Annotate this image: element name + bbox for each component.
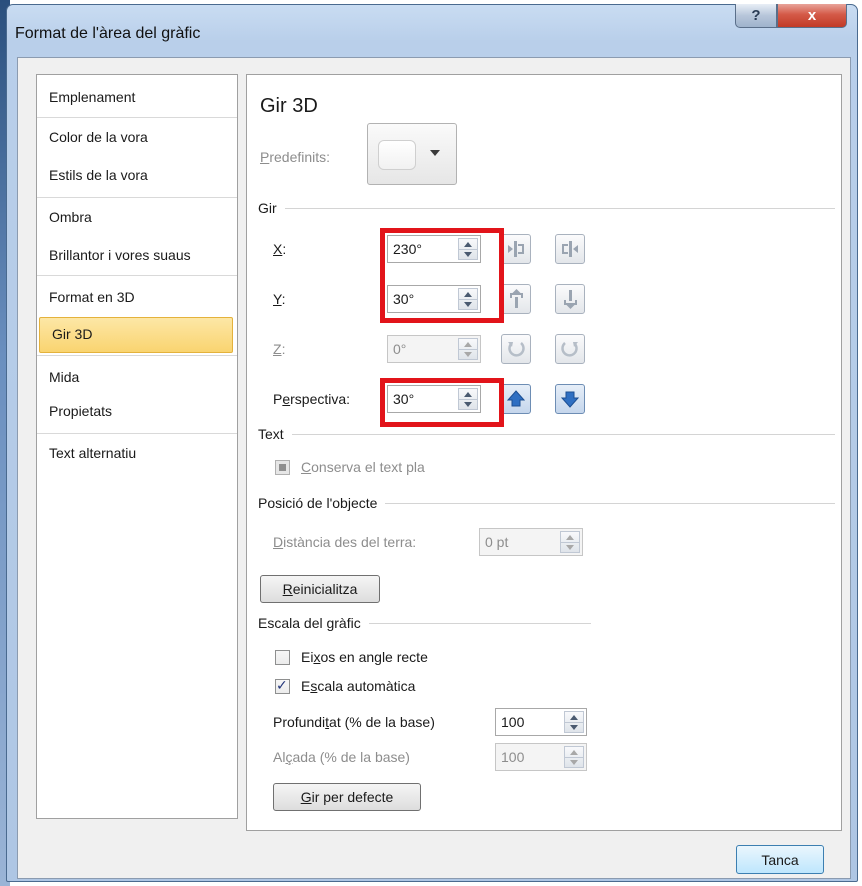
height-spinner bbox=[495, 743, 587, 771]
height-label: Alçada (% de la base) bbox=[273, 749, 410, 765]
distance-from-ground-spinner bbox=[479, 528, 583, 556]
distance-spin-buttons bbox=[560, 531, 580, 553]
depth-input[interactable] bbox=[496, 709, 562, 735]
sidebar-separator bbox=[37, 117, 237, 118]
sidebar-separator bbox=[37, 275, 237, 276]
distance-from-ground-label: Distància des del terra: bbox=[273, 534, 417, 550]
rotate-clockwise-icon bbox=[501, 334, 531, 364]
presets-dropdown[interactable] bbox=[367, 123, 457, 185]
tilt-down-icon[interactable] bbox=[555, 284, 585, 314]
height-input bbox=[496, 744, 562, 770]
depth-spin-buttons[interactable] bbox=[564, 711, 584, 733]
y-rotation-spinner[interactable] bbox=[387, 285, 481, 313]
default-rotation-button[interactable]: Gir per defecte bbox=[273, 783, 421, 811]
x-rotation-spin-buttons[interactable] bbox=[458, 238, 478, 260]
sidebar-item-3d-format[interactable]: Format en 3D bbox=[37, 279, 237, 315]
narrow-field-of-view-icon[interactable] bbox=[501, 384, 531, 414]
sidebar-item-fill[interactable]: Emplenament bbox=[37, 79, 237, 115]
z-rotation-spinner bbox=[387, 335, 481, 363]
checkmark-icon: ✓ bbox=[276, 677, 288, 693]
y-rotation-spin-buttons[interactable] bbox=[458, 288, 478, 310]
sidebar-item-size[interactable]: Mida bbox=[37, 359, 237, 395]
keep-text-flat-checkbox bbox=[275, 460, 290, 475]
autoscale-checkbox[interactable]: ✓ bbox=[275, 677, 290, 694]
close-dialog-button[interactable]: Tanca bbox=[736, 845, 824, 874]
height-spin-buttons bbox=[564, 746, 584, 768]
depth-label: Profunditat (% de la base) bbox=[273, 714, 435, 730]
dialog-title: Format de l'àrea del gràfic bbox=[15, 25, 201, 42]
rotation-panel: Gir 3D Predefinits: Gir X: Y: bbox=[246, 74, 842, 831]
x-rotation-label: X: bbox=[273, 241, 287, 257]
sidebar-item-border-styles[interactable]: Estils de la vora bbox=[37, 157, 237, 193]
sidebar-separator bbox=[37, 197, 237, 198]
perspective-spin-buttons[interactable] bbox=[458, 388, 478, 410]
sidebar-item-shadow[interactable]: Ombra bbox=[37, 199, 237, 235]
page-title: Gir 3D bbox=[260, 95, 318, 117]
sidebar-separator bbox=[37, 433, 237, 434]
category-list: Emplenament Color de la vora Estils de l… bbox=[36, 74, 238, 819]
perspective-spinner[interactable] bbox=[387, 385, 481, 413]
depth-spinner[interactable] bbox=[495, 708, 587, 736]
rotation-section-header: Gir bbox=[258, 199, 835, 217]
chart-scale-section-header: Escala del gràfic bbox=[258, 614, 591, 632]
perspective-input[interactable] bbox=[388, 386, 456, 412]
chevron-down-icon bbox=[430, 150, 440, 156]
z-rotation-input bbox=[388, 336, 456, 362]
x-rotation-spinner[interactable] bbox=[387, 235, 481, 263]
object-position-section-header: Posició de l'objecte bbox=[258, 494, 835, 512]
tilt-up-icon[interactable] bbox=[501, 284, 531, 314]
help-button[interactable]: ? bbox=[735, 4, 777, 28]
right-angle-axes-checkbox[interactable] bbox=[275, 650, 290, 665]
sidebar-item-alt-text[interactable]: Text alternatiu bbox=[37, 435, 237, 471]
y-rotation-input[interactable] bbox=[388, 286, 456, 312]
widen-field-of-view-icon[interactable] bbox=[555, 384, 585, 414]
z-rotation-label: Z: bbox=[273, 341, 286, 357]
distance-from-ground-input bbox=[480, 529, 558, 555]
rotate-right-icon[interactable] bbox=[555, 234, 585, 264]
sidebar-item-properties[interactable]: Propietats bbox=[37, 393, 237, 429]
text-section-header: Text bbox=[258, 425, 835, 443]
preset-preview-icon bbox=[378, 140, 416, 170]
right-angle-axes-label[interactable]: Eixos en angle recte bbox=[301, 649, 428, 665]
format-chart-area-dialog: Format de l'àrea del gràfic ? x Emplenam… bbox=[6, 4, 858, 882]
sidebar-item-3d-rotation[interactable]: Gir 3D bbox=[39, 317, 233, 353]
keep-text-flat-label: Conserva el text pla bbox=[301, 459, 425, 475]
perspective-label: Perspectiva: bbox=[273, 391, 351, 407]
dialog-client-area: Emplenament Color de la vora Estils de l… bbox=[17, 57, 851, 879]
sidebar-separator bbox=[37, 355, 237, 356]
rotate-counterclockwise-icon bbox=[555, 334, 585, 364]
reset-button[interactable]: Reinicialitza bbox=[260, 575, 380, 603]
z-rotation-spin-buttons bbox=[458, 338, 478, 360]
x-rotation-input[interactable] bbox=[388, 236, 456, 262]
sidebar-item-border-color[interactable]: Color de la vora bbox=[37, 119, 237, 155]
title-bar[interactable]: Format de l'àrea del gràfic ? x bbox=[7, 4, 857, 61]
presets-label: Predefinits: bbox=[260, 149, 331, 165]
sidebar-item-glow-soft-edges[interactable]: Brillantor i vores suaus bbox=[37, 237, 237, 273]
autoscale-label[interactable]: Escala automàtica bbox=[301, 678, 415, 694]
close-window-button[interactable]: x bbox=[777, 4, 847, 28]
y-rotation-label: Y: bbox=[273, 291, 286, 307]
rotate-left-icon[interactable] bbox=[501, 234, 531, 264]
